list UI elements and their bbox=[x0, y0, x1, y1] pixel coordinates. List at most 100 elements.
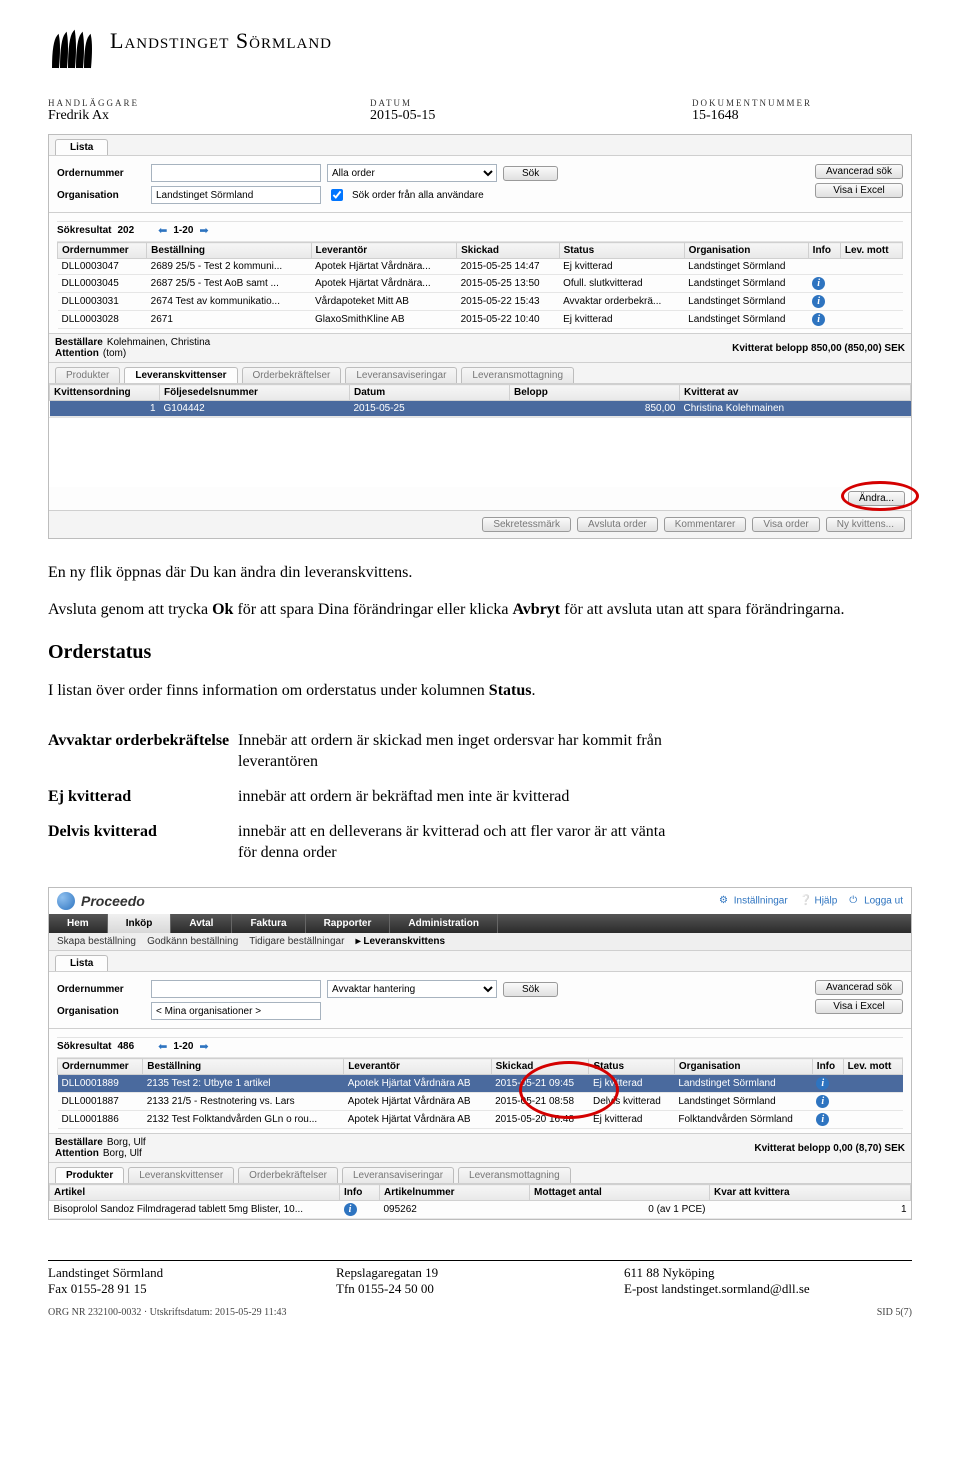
subtab2-levav[interactable]: Leveransaviseringar bbox=[342, 1167, 454, 1183]
kth-datum[interactable]: Datum bbox=[350, 385, 510, 401]
table-row[interactable]: DLL00030452687 25/5 - Test AoB samt ...A… bbox=[58, 275, 903, 293]
logout-link[interactable]: ⏻ Logga ut bbox=[849, 895, 903, 907]
help-link[interactable]: ❔ Hjälp bbox=[800, 895, 838, 907]
info-icon[interactable]: i bbox=[816, 1077, 829, 1090]
ordernr-label: Ordernummer bbox=[57, 168, 145, 179]
show-in-excel-button[interactable]: Visa i Excel bbox=[815, 183, 903, 198]
th-skick[interactable]: Skickad bbox=[457, 243, 559, 259]
logout-icon: ⏻ bbox=[849, 895, 861, 907]
next-page-icon[interactable]: ➡ bbox=[199, 224, 208, 237]
kvittens-row[interactable]: 1 G104442 2015-05-25 850,00 Christina Ko… bbox=[50, 401, 911, 417]
filter-select-2[interactable]: Avvaktar hantering bbox=[327, 980, 497, 998]
product-row[interactable]: Bisoprolol Sandoz Filmdragerad tablett 5… bbox=[50, 1201, 911, 1219]
th-ordernr[interactable]: Ordernummer bbox=[58, 243, 147, 259]
nav-inkop[interactable]: Inköp bbox=[108, 914, 172, 933]
subtab-leveranskvittenser[interactable]: Leveranskvittenser bbox=[124, 367, 237, 383]
th-lev[interactable]: Leverantör bbox=[311, 243, 457, 259]
th-org[interactable]: Organisation bbox=[684, 243, 808, 259]
ordernr-input[interactable] bbox=[151, 164, 321, 182]
nav-faktura[interactable]: Faktura bbox=[232, 914, 305, 933]
ny-kvittens-button[interactable]: Ny kvittens... bbox=[826, 517, 905, 532]
th2-best[interactable]: Beställning bbox=[143, 1059, 344, 1075]
tab-lista-2[interactable]: Lista bbox=[55, 955, 108, 971]
search-button[interactable]: Sök bbox=[503, 166, 558, 181]
table-row[interactable]: DLL00030312674 Test av kommunikatio...Vå… bbox=[58, 293, 903, 311]
ordernr-input-2[interactable] bbox=[151, 980, 321, 998]
kth-av[interactable]: Kvitterat av bbox=[680, 385, 911, 401]
prev-page-icon[interactable]: ⬅ bbox=[158, 224, 167, 237]
change-button[interactable]: Ändra... bbox=[848, 491, 905, 506]
crumb-skapa[interactable]: Skapa beställning bbox=[57, 936, 136, 947]
def-term: Ej kvitterad bbox=[48, 787, 238, 808]
th2-levmott[interactable]: Lev. mott bbox=[843, 1059, 902, 1075]
subtab2-levmott[interactable]: Leveransmottagning bbox=[458, 1167, 571, 1183]
crumb-tidigare[interactable]: Tidigare beställningar bbox=[249, 936, 344, 947]
info-icon[interactable]: i bbox=[816, 1113, 829, 1126]
th-status[interactable]: Status bbox=[559, 243, 684, 259]
th2-info[interactable]: Info bbox=[812, 1059, 843, 1075]
prev-page-icon-2[interactable]: ⬅ bbox=[158, 1040, 167, 1053]
th2-org[interactable]: Organisation bbox=[674, 1059, 812, 1075]
subtab-leveransmottagning[interactable]: Leveransmottagning bbox=[461, 367, 574, 383]
pth-info[interactable]: Info bbox=[340, 1185, 380, 1201]
def-term: Delvis kvitterad bbox=[48, 822, 238, 864]
kth-fs[interactable]: Följesedelsnummer bbox=[160, 385, 350, 401]
kth-bel[interactable]: Belopp bbox=[510, 385, 680, 401]
th2-lev[interactable]: Leverantör bbox=[344, 1059, 491, 1075]
order-detail-left: BeställareKolehmainen, Christina Attenti… bbox=[55, 337, 210, 359]
th-levmott[interactable]: Lev. mott bbox=[840, 243, 902, 259]
show-in-excel-button-2[interactable]: Visa i Excel bbox=[815, 999, 903, 1014]
crumb-godkann[interactable]: Godkänn beställning bbox=[147, 936, 238, 947]
table-row[interactable]: DLL00018892135 Test 2: Utbyte 1 artikelA… bbox=[58, 1075, 903, 1093]
kommentarer-button[interactable]: Kommentarer bbox=[664, 517, 747, 532]
org-input-2[interactable] bbox=[151, 1002, 321, 1020]
kth-ord[interactable]: Kvittensordning bbox=[50, 385, 160, 401]
th-best[interactable]: Beställning bbox=[147, 243, 311, 259]
org-input[interactable] bbox=[151, 186, 321, 204]
main-nav: Hem Inköp Avtal Faktura Rapporter Admini… bbox=[49, 914, 911, 933]
help-icon: ❔ bbox=[800, 895, 812, 907]
all-users-checkbox[interactable] bbox=[331, 189, 343, 201]
tab-lista[interactable]: Lista bbox=[55, 139, 108, 155]
meta-doknr-label: DOKUMENTNUMMER bbox=[692, 98, 912, 108]
avsluta-order-button[interactable]: Avsluta order bbox=[577, 517, 658, 532]
nav-admin[interactable]: Administration bbox=[390, 914, 498, 933]
table-row[interactable]: DLL00018872133 21/5 - Restnotering vs. L… bbox=[58, 1093, 903, 1111]
subtab2-produkter[interactable]: Produkter bbox=[55, 1167, 124, 1183]
advanced-search-button[interactable]: Avancerad sök bbox=[815, 164, 903, 179]
subtab2-orderb[interactable]: Orderbekräftelser bbox=[238, 1167, 338, 1183]
table-row[interactable]: DLL00030282671GlaxoSmithKline AB2015-05-… bbox=[58, 311, 903, 329]
settings-link[interactable]: ⚙ Inställningar bbox=[719, 895, 788, 907]
pth-artikel[interactable]: Artikel bbox=[50, 1185, 340, 1201]
info-icon[interactable]: i bbox=[812, 295, 825, 308]
nav-rapport[interactable]: Rapporter bbox=[306, 914, 391, 933]
result-range: 1-20 bbox=[173, 225, 193, 236]
subtab-leveransaviseringar[interactable]: Leveransaviseringar bbox=[345, 367, 457, 383]
nav-avtal[interactable]: Avtal bbox=[171, 914, 232, 933]
table-row[interactable]: DLL00030472689 25/5 - Test 2 kommuni...A… bbox=[58, 259, 903, 275]
org-logo-icon bbox=[48, 28, 94, 74]
info-icon[interactable]: i bbox=[344, 1203, 357, 1216]
pth-kvar[interactable]: Kvar att kvittera bbox=[710, 1185, 911, 1201]
next-page-icon-2[interactable]: ➡ bbox=[199, 1040, 208, 1053]
filter-select[interactable]: Alla order bbox=[327, 164, 497, 182]
th-info[interactable]: Info bbox=[808, 243, 840, 259]
info-icon[interactable]: i bbox=[812, 277, 825, 290]
pth-mott[interactable]: Mottaget antal bbox=[530, 1185, 710, 1201]
subtab-produkter[interactable]: Produkter bbox=[55, 367, 120, 383]
search-button-2[interactable]: Sök bbox=[503, 982, 558, 997]
subtab-orderbekraftelser[interactable]: Orderbekräftelser bbox=[242, 367, 342, 383]
table-row[interactable]: DLL00018862132 Test Folktandvården GLn o… bbox=[58, 1111, 903, 1129]
visa-order-button[interactable]: Visa order bbox=[752, 517, 819, 532]
th2-status[interactable]: Status bbox=[589, 1059, 674, 1075]
sekretess-button[interactable]: Sekretessmärk bbox=[482, 517, 571, 532]
th2-ordernr[interactable]: Ordernummer bbox=[58, 1059, 143, 1075]
info-icon[interactable]: i bbox=[816, 1095, 829, 1108]
th2-skick[interactable]: Skickad bbox=[491, 1059, 589, 1075]
subtab2-levkv[interactable]: Leveranskvittenser bbox=[128, 1167, 234, 1183]
advanced-search-button-2[interactable]: Avancerad sök bbox=[815, 980, 903, 995]
letterhead: Landstinget Sörmland bbox=[48, 28, 912, 74]
nav-hem[interactable]: Hem bbox=[49, 914, 108, 933]
pth-artnr[interactable]: Artikelnummer bbox=[380, 1185, 530, 1201]
info-icon[interactable]: i bbox=[812, 313, 825, 326]
